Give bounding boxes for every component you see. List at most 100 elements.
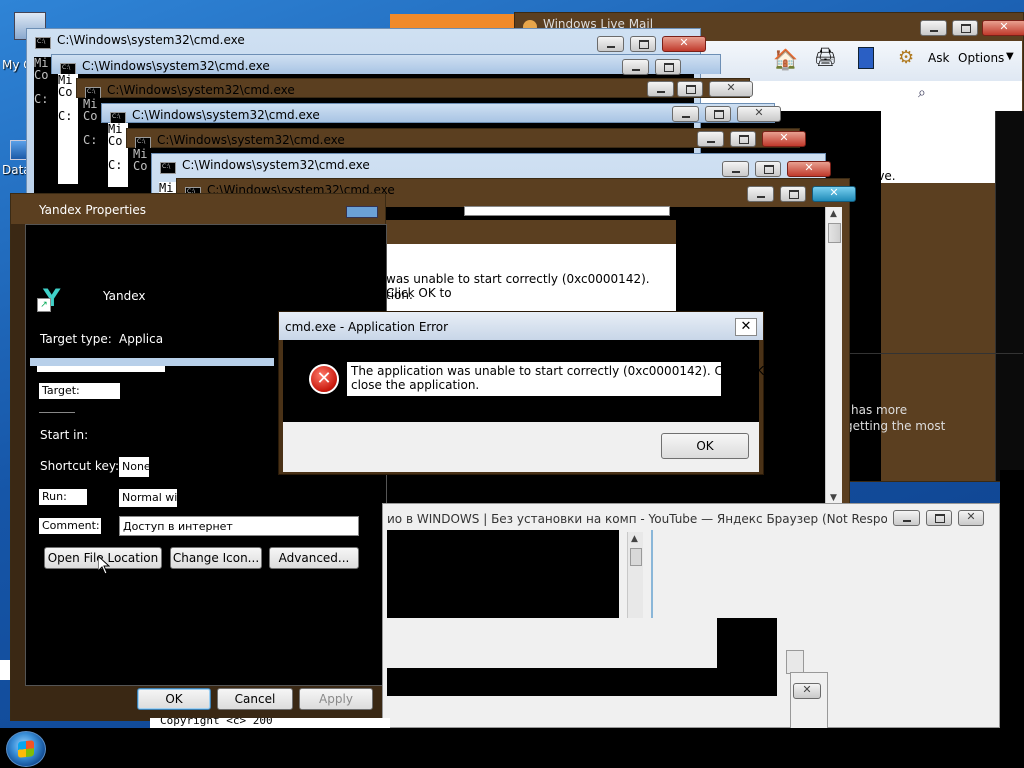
ie-minimize-button[interactable] [920, 20, 947, 36]
cmd-console-2[interactable]: Mi Co C: [58, 74, 78, 184]
cmd-maximize-button[interactable] [755, 161, 781, 177]
cancel-button[interactable]: Cancel [217, 688, 293, 710]
cmd-maximize-button[interactable] [655, 59, 681, 75]
ie-maximize-button[interactable] [952, 20, 978, 36]
book-icon[interactable] [858, 47, 874, 69]
change-icon-button[interactable]: Change Icon... [170, 547, 262, 569]
cmd-console-4[interactable]: Mi Co C: [108, 123, 128, 187]
browser-video-area[interactable] [387, 530, 619, 618]
bottom-cmd-text: Copyright <c> 200 [160, 718, 273, 727]
comment-input[interactable]: Доступ в интернет [119, 516, 359, 536]
ie-scrollbar[interactable] [995, 111, 1024, 481]
left-edge-white [0, 660, 10, 680]
options-chevron-icon[interactable]: ▼ [1006, 51, 1014, 62]
cmd-window-5[interactable]: C:\Windows\system32\cmd.exe [126, 128, 806, 149]
cmd-minimize-button[interactable] [672, 106, 699, 122]
browser-dark-block [717, 618, 777, 668]
target-type-value: Applica [119, 332, 164, 346]
target-label: Target: [39, 383, 120, 399]
shortcut-arrow-icon: ↗ [37, 298, 51, 312]
browser-close-button[interactable] [958, 510, 984, 526]
bg-error-line2: tion. [386, 288, 413, 302]
desktop-right-dark [1000, 470, 1024, 728]
print-icon[interactable]: 🖨 [814, 47, 837, 68]
bg-error-line1: was unable to start correctly (0xc000014… [386, 272, 650, 300]
scroll-down-arrow-icon[interactable]: ▼ [830, 493, 837, 503]
error-message-box: The application was unable to start corr… [347, 362, 781, 396]
browser-divider [651, 530, 653, 618]
cmd-console-3[interactable]: Mi Co C: [83, 98, 103, 186]
cmd-close-button[interactable] [762, 131, 806, 147]
cmd-minimize-button[interactable] [622, 59, 649, 75]
cmd-minimize-button[interactable] [722, 161, 749, 177]
cmd-minimize-button[interactable] [597, 36, 624, 52]
scroll-thumb[interactable] [630, 548, 642, 566]
error-close-icon[interactable]: ✕ [735, 318, 757, 336]
cmd-close-button[interactable] [662, 36, 706, 52]
cmd-icon [160, 162, 176, 174]
target-type-label: Target type: [40, 332, 112, 346]
browser-maximize-button[interactable] [926, 510, 952, 526]
cmd-window-3[interactable]: C:\Windows\system32\cmd.exe [76, 78, 753, 99]
cmd-window-title: C:\Windows\system32\cmd.exe [57, 33, 245, 47]
cmd-maximize-button[interactable] [705, 106, 731, 122]
cmd-close-button[interactable] [737, 106, 781, 122]
scroll-up-arrow-icon[interactable]: ▲ [631, 534, 638, 544]
extra-window-close-button[interactable] [793, 683, 821, 699]
cmd-window-1-bottom-edge [30, 358, 274, 366]
start-button-icon[interactable] [6, 731, 46, 767]
ask-menu[interactable]: Ask [928, 51, 949, 65]
ie-content-white: above. [855, 111, 995, 183]
cmd-window-4[interactable]: C:\Windows\system32\cmd.exe [101, 103, 781, 124]
ask-icon[interactable]: ⚙ [898, 47, 914, 68]
cmd-window-title: C:\Windows\system32\cmd.exe [157, 133, 345, 147]
error-message-line1: The application was unable to start corr… [351, 364, 781, 378]
cmd-line-2: Co [133, 159, 148, 173]
application-error-dialog[interactable]: cmd.exe - Application Error ✕ ✕ The appl… [278, 311, 781, 475]
run-select[interactable]: Normal wind [119, 489, 177, 507]
cmd-maximize-button[interactable] [780, 186, 806, 202]
browser-scrollbar[interactable]: ▲ [627, 532, 643, 618]
ie-close-button[interactable] [982, 20, 1024, 36]
search-icon[interactable]: ⌕ [918, 85, 926, 101]
cmd-maximize-button[interactable] [677, 81, 703, 97]
cmd-prompt: C: [83, 133, 98, 147]
cmd-minimize-button[interactable] [747, 186, 774, 202]
advanced-button[interactable]: Advanced... [269, 547, 359, 569]
cmd-window-2[interactable]: C:\Windows\system32\cmd.exe [51, 54, 721, 75]
cmd-window-title: C:\Windows\system32\cmd.exe [182, 158, 370, 172]
browser-minimize-button[interactable] [893, 510, 920, 526]
cmd-close-button[interactable] [709, 81, 753, 97]
apply-button[interactable]: Apply [299, 688, 373, 710]
yandex-properties-close-button[interactable] [346, 206, 378, 218]
ie-text-more: has more [851, 403, 908, 417]
cmd-minimize-button[interactable] [647, 81, 674, 97]
cmd-window-title: C:\Windows\system32\cmd.exe [107, 83, 295, 97]
shortcut-key-field[interactable]: None [119, 457, 149, 477]
cmd-minimize-button[interactable] [697, 131, 724, 147]
yandex-properties-title: Yandex Properties [39, 203, 146, 217]
yandex-browser-window[interactable]: ио в WINDOWS | Без установки на комп - Y… [382, 503, 1000, 728]
cmd-scrollbar[interactable]: ▲ ▼ [825, 207, 842, 507]
run-label: Run: [39, 489, 87, 505]
scroll-thumb[interactable] [828, 223, 841, 243]
cmd-maximize-button[interactable] [630, 36, 656, 52]
home-icon[interactable]: 🏠 [773, 47, 798, 71]
cmd-window-title: C:\Windows\system32\cmd.exe [82, 59, 270, 73]
error-ok-button[interactable]: OK [661, 433, 749, 459]
cmd-prompt: C: [58, 109, 73, 123]
cmd-close-button[interactable] [787, 161, 831, 177]
cmd-maximize-button[interactable] [730, 131, 756, 147]
error-message-area: ✕ The application was unable to start co… [283, 340, 781, 422]
cmd-console-5[interactable]: Mi Co [133, 148, 153, 188]
error-dialog-title: cmd.exe - Application Error [285, 320, 449, 334]
bg-progress-strip [464, 206, 670, 216]
cmd-close-button[interactable] [812, 186, 856, 202]
mouse-cursor-icon [98, 556, 110, 575]
scroll-up-arrow-icon[interactable]: ▲ [830, 209, 837, 219]
ok-button[interactable]: OK [137, 688, 211, 710]
cmd-prompt: C: [108, 158, 123, 172]
extra-window[interactable] [790, 672, 828, 730]
bg-error-panel: was unable to start correctly (0xc000014… [384, 214, 676, 314]
options-menu[interactable]: Options [958, 51, 1004, 65]
